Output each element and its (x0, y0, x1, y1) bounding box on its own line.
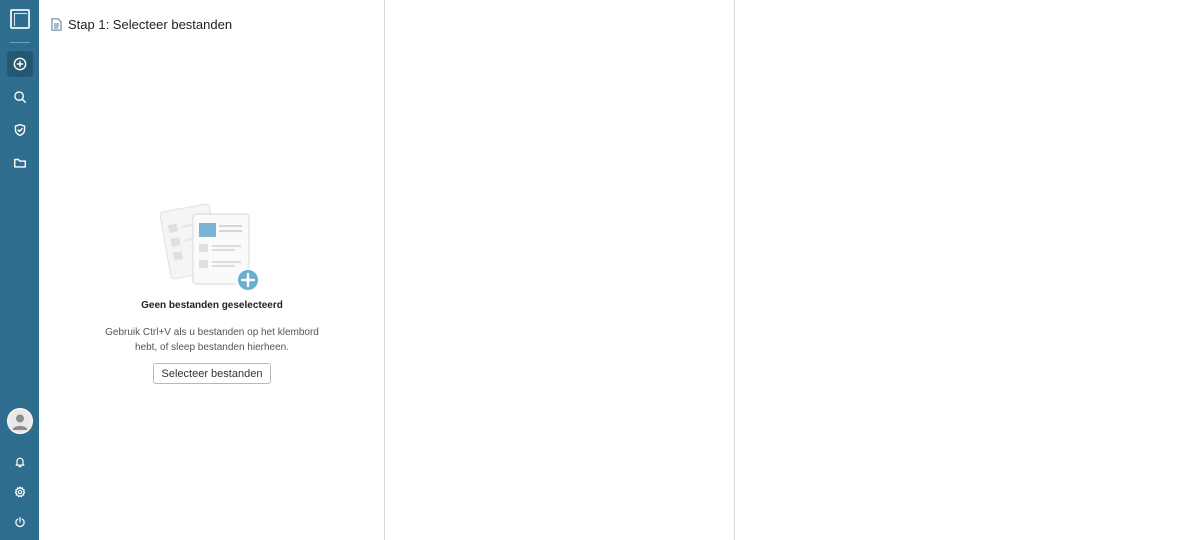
document-icon (51, 18, 62, 31)
add-circle-icon (13, 57, 26, 71)
nav-shield-button[interactable] (7, 117, 33, 143)
step2-panel (385, 0, 735, 540)
sidebar (0, 0, 39, 540)
files-illustration-icon (159, 203, 260, 292)
power-icon (14, 516, 25, 528)
step3-panel (735, 0, 1200, 540)
select-files-button[interactable]: Selecteer bestanden (152, 363, 272, 384)
logout-button[interactable] (7, 510, 33, 534)
page-title: Stap 1: Selecteer bestanden (68, 17, 233, 32)
nav-folder-button[interactable] (7, 150, 33, 176)
settings-button[interactable] (7, 480, 33, 504)
gear-icon (14, 486, 25, 498)
empty-state[interactable]: Geen bestanden geselecteerd Gebruik Ctrl… (39, 196, 385, 384)
app-window: Stap 1: Selecteer bestanden Geen bestand… (0, 0, 1200, 540)
empty-state-title: Geen bestanden geselecteerd (141, 300, 283, 311)
user-icon (12, 414, 27, 430)
empty-state-description: Gebruik Ctrl+V als u bestanden op het kl… (92, 325, 332, 355)
empty-state-line-1: Gebruik Ctrl+V als u bestanden op het kl… (105, 327, 319, 338)
nav-new-button[interactable] (6, 51, 33, 77)
notifications-button[interactable] (7, 450, 33, 474)
shield-icon (14, 123, 25, 137)
bell-icon (15, 457, 24, 468)
app-logo-icon[interactable] (9, 9, 30, 29)
sidebar-divider (9, 42, 30, 43)
empty-state-line-2: hebt, of sleep bestanden hierheen. (134, 342, 289, 353)
avatar[interactable] (6, 408, 33, 434)
step1-panel: Stap 1: Selecteer bestanden Geen bestand… (39, 0, 385, 540)
search-icon (13, 91, 26, 103)
step1-header: Stap 1: Selecteer bestanden (51, 17, 232, 32)
nav-search-button[interactable] (7, 84, 33, 110)
folder-icon (13, 158, 26, 168)
